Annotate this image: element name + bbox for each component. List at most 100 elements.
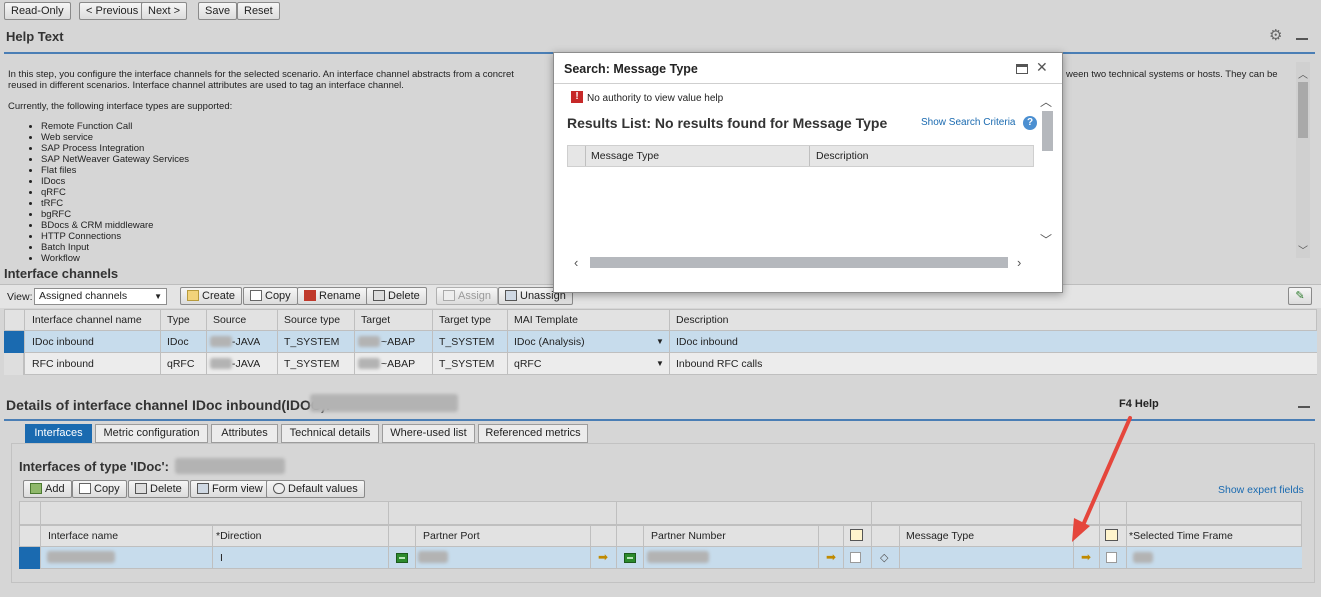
cell-target-type: T_SYSTEM bbox=[439, 358, 495, 370]
scroll-up-icon[interactable]: ︿ bbox=[1298, 66, 1308, 81]
assign-button[interactable]: Assign bbox=[436, 287, 499, 305]
col-sep bbox=[206, 309, 207, 375]
forward-arrow-icon[interactable]: ➡ bbox=[598, 551, 608, 563]
tab-referenced-metrics[interactable]: Referenced metrics bbox=[478, 424, 588, 443]
tab-where-used-list[interactable]: Where-used list bbox=[382, 424, 475, 443]
redacted bbox=[1133, 552, 1153, 563]
cell-target-type: T_SYSTEM bbox=[439, 336, 495, 348]
forward-arrow-icon[interactable]: ➡ bbox=[826, 551, 836, 563]
col-header[interactable]: *Selected Time Frame bbox=[1129, 525, 1233, 547]
list-item: qRFC bbox=[41, 187, 553, 198]
scroll-down-icon[interactable]: ﹀ bbox=[1040, 231, 1052, 248]
list-item: Flat files bbox=[41, 165, 553, 176]
rename-label: Rename bbox=[319, 290, 361, 302]
col-header[interactable]: Interface channel name bbox=[32, 309, 142, 331]
close-icon[interactable]: ✕ bbox=[1036, 59, 1048, 76]
col-header[interactable]: Target bbox=[361, 309, 390, 331]
read-only-button[interactable]: Read-Only bbox=[4, 2, 71, 20]
delete-button[interactable]: Delete bbox=[128, 480, 189, 498]
add-button[interactable]: Add bbox=[23, 480, 72, 498]
scroll-up-icon[interactable]: ︿ bbox=[1040, 93, 1052, 110]
row-selector[interactable] bbox=[4, 353, 24, 375]
create-button[interactable]: Create bbox=[180, 287, 243, 305]
channels-table-header bbox=[4, 309, 1317, 331]
col-sep bbox=[669, 309, 670, 375]
minimize-icon[interactable] bbox=[1296, 38, 1308, 40]
col-header[interactable]: Partner Port bbox=[423, 525, 480, 547]
col-sep bbox=[843, 525, 844, 569]
annotation-arrow-head bbox=[1072, 518, 1090, 542]
maximize-icon[interactable] bbox=[1016, 64, 1028, 74]
cell-direction[interactable]: I bbox=[220, 547, 223, 569]
tab-technical-details[interactable]: Technical details bbox=[281, 424, 379, 443]
view-label: View: bbox=[7, 291, 33, 303]
horizontal-scroll-thumb[interactable] bbox=[590, 257, 1008, 268]
dialog-title: Search: Message Type bbox=[564, 62, 698, 76]
tab-interfaces[interactable]: Interfaces bbox=[25, 424, 92, 443]
form-view-button[interactable]: Form view bbox=[190, 480, 270, 498]
redacted bbox=[647, 551, 709, 563]
col-header[interactable]: MAI Template bbox=[514, 309, 578, 331]
personalize-button[interactable]: ✎ bbox=[1288, 287, 1312, 305]
cell-name: RFC inbound bbox=[32, 358, 94, 370]
delete-button[interactable]: Delete bbox=[366, 287, 427, 305]
col-header[interactable]: Target type bbox=[439, 309, 491, 331]
default-values-button[interactable]: Default values bbox=[266, 480, 365, 498]
partner-port-icon[interactable] bbox=[396, 553, 408, 563]
next-button[interactable]: Next > bbox=[141, 2, 188, 20]
col-header[interactable]: *Direction bbox=[216, 525, 262, 547]
copy-button[interactable]: Copy bbox=[72, 480, 127, 498]
col-header[interactable]: Source bbox=[213, 309, 246, 331]
f4-help-icon[interactable]: ➡ bbox=[1081, 551, 1091, 563]
row-selector[interactable] bbox=[4, 331, 24, 353]
save-button[interactable]: Save bbox=[198, 2, 238, 20]
col-header[interactable]: Source type bbox=[284, 309, 340, 331]
col-header[interactable]: Partner Number bbox=[651, 525, 726, 547]
gear-icon[interactable]: ⚙ bbox=[1269, 26, 1282, 44]
add-label: Add bbox=[45, 483, 65, 495]
redacted bbox=[358, 358, 380, 369]
tab-metric-configuration[interactable]: Metric configuration bbox=[95, 424, 208, 443]
chevron-down-icon[interactable]: ▼ bbox=[656, 359, 664, 368]
col-header[interactable]: Description bbox=[676, 309, 729, 331]
col-sep bbox=[585, 146, 586, 166]
rename-button[interactable]: Rename bbox=[297, 287, 368, 305]
col-header[interactable]: Message Type bbox=[591, 145, 659, 167]
reset-button[interactable]: Reset bbox=[237, 2, 280, 20]
show-search-criteria-link[interactable]: Show Search Criteria bbox=[921, 117, 1015, 128]
scroll-thumb[interactable] bbox=[1298, 82, 1308, 138]
chevron-down-icon[interactable]: ▼ bbox=[656, 337, 664, 346]
col-header[interactable]: Interface name bbox=[48, 525, 118, 547]
minimize-icon[interactable] bbox=[1298, 406, 1310, 408]
diamond-icon[interactable]: ◇ bbox=[880, 551, 888, 564]
help-scrollbar[interactable]: ︿ ﹀ bbox=[1296, 62, 1310, 258]
scroll-down-icon[interactable]: ﹀ bbox=[1298, 242, 1308, 257]
show-expert-fields-link[interactable]: Show expert fields bbox=[1218, 484, 1304, 496]
col-header[interactable]: Description bbox=[816, 145, 869, 167]
view-select-value: Assigned channels bbox=[39, 290, 128, 302]
partner-number-icon[interactable] bbox=[624, 553, 636, 563]
scroll-right-icon[interactable]: › bbox=[1017, 255, 1021, 270]
chevron-down-icon: ▼ bbox=[154, 292, 162, 301]
form-view-label: Form view bbox=[212, 483, 263, 495]
value-help-icon[interactable] bbox=[850, 529, 863, 541]
previous-button[interactable]: < Previous bbox=[79, 2, 146, 20]
list-item: bgRFC bbox=[41, 209, 553, 220]
col-sep bbox=[643, 525, 644, 569]
col-header[interactable]: Type bbox=[167, 309, 190, 331]
checkbox[interactable] bbox=[850, 552, 861, 563]
view-select[interactable]: Assigned channels ▼ bbox=[34, 288, 167, 305]
scroll-left-icon[interactable]: ‹ bbox=[574, 255, 578, 270]
cell-template[interactable]: qRFC bbox=[514, 353, 541, 375]
tab-attributes[interactable]: Attributes bbox=[211, 424, 278, 443]
col-sep bbox=[212, 525, 213, 569]
scroll-thumb[interactable] bbox=[1042, 111, 1053, 151]
row-selector[interactable] bbox=[19, 547, 40, 569]
help-icon[interactable]: ? bbox=[1023, 116, 1037, 130]
col-header[interactable]: Message Type bbox=[906, 525, 974, 547]
checkbox[interactable] bbox=[1106, 552, 1117, 563]
copy-label: Copy bbox=[94, 483, 120, 495]
form-view-icon bbox=[197, 483, 209, 494]
cell-template[interactable]: IDoc (Analysis) bbox=[514, 331, 585, 353]
copy-button[interactable]: Copy bbox=[243, 287, 298, 305]
